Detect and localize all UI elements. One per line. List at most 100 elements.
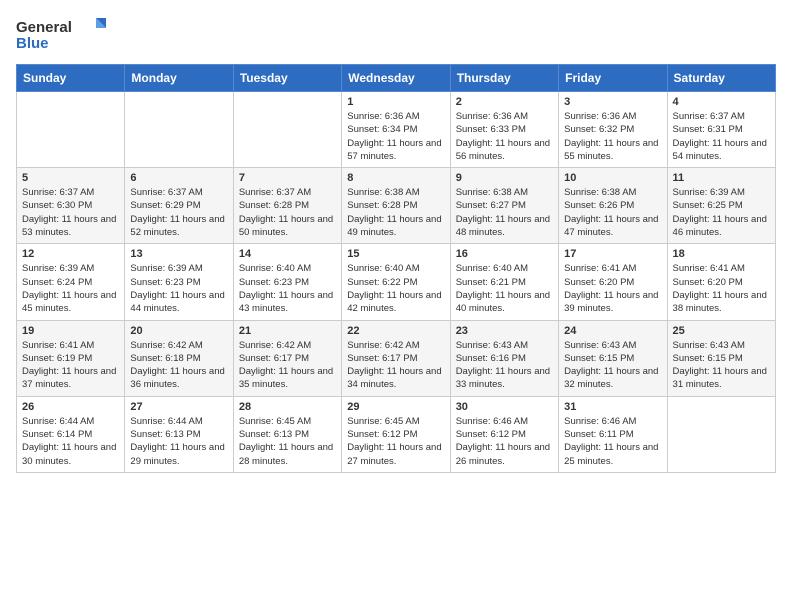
calendar-week-row: 26 Sunrise: 6:44 AMSunset: 6:14 PMDayligh… xyxy=(17,396,776,472)
day-number: 27 xyxy=(130,401,227,413)
day-number: 7 xyxy=(239,172,336,184)
calendar-cell xyxy=(667,396,775,472)
calendar-cell: 9Sunrise: 6:38 AMSunset: 6:27 PMDaylight… xyxy=(450,168,558,244)
col-saturday: Saturday xyxy=(667,65,775,92)
day-info: Sunrise: 6:45 AMSunset: 6:12 PMDaylight:… xyxy=(347,415,444,468)
day-info: Sunrise: 6:44 AMSunset: 6:13 PMDaylight:… xyxy=(130,415,227,468)
calendar-cell: 1Sunrise: 6:36 AMSunset: 6:34 PMDaylight… xyxy=(342,92,450,168)
day-info: Sunrise: 6:40 AMSunset: 6:22 PMDaylight:… xyxy=(347,262,444,315)
calendar-cell: 28 Sunrise: 6:45 AMSunset: 6:13 PMDayligh… xyxy=(233,396,341,472)
day-number: 29 xyxy=(347,401,444,413)
day-number: 9 xyxy=(456,172,553,184)
calendar-cell: 7 Sunrise: 6:37 AMSunset: 6:28 PMDaylight… xyxy=(233,168,341,244)
col-sunday: Sunday xyxy=(17,65,125,92)
calendar-cell: 19 Sunrise: 6:41 AMSunset: 6:19 PMDayligh… xyxy=(17,320,125,396)
col-wednesday: Wednesday xyxy=(342,65,450,92)
day-info: Sunrise: 6:43 AMSunset: 6:15 PMDaylight:… xyxy=(564,339,661,392)
calendar-cell: 8 Sunrise: 6:38 AMSunset: 6:28 PMDaylight… xyxy=(342,168,450,244)
day-info: Sunrise: 6:43 AMSunset: 6:16 PMDaylight:… xyxy=(456,339,553,392)
calendar-week-row: 19 Sunrise: 6:41 AMSunset: 6:19 PMDayligh… xyxy=(17,320,776,396)
day-number: 30 xyxy=(456,401,553,413)
col-monday: Monday xyxy=(125,65,233,92)
calendar-cell: 29 Sunrise: 6:45 AMSunset: 6:12 PMDayligh… xyxy=(342,396,450,472)
day-info: Sunrise: 6:37 AMSunset: 6:28 PMDaylight:… xyxy=(239,186,336,239)
day-number: 24 xyxy=(564,325,661,337)
calendar-cell xyxy=(17,92,125,168)
col-tuesday: Tuesday xyxy=(233,65,341,92)
calendar-cell: 3 Sunrise: 6:36 AMSunset: 6:32 PMDaylight… xyxy=(559,92,667,168)
day-number: 25 xyxy=(673,325,770,337)
day-info: Sunrise: 6:41 AMSunset: 6:20 PMDaylight:… xyxy=(564,262,661,315)
calendar-cell: 14 Sunrise: 6:40 AMSunset: 6:23 PMDayligh… xyxy=(233,244,341,320)
day-number: 5 xyxy=(22,172,119,184)
day-number: 13 xyxy=(130,248,227,260)
day-number: 12 xyxy=(22,248,119,260)
svg-text:General: General xyxy=(16,19,72,36)
day-number: 17 xyxy=(564,248,661,260)
day-info: Sunrise: 6:44 AMSunset: 6:14 PMDaylight:… xyxy=(22,415,119,468)
calendar-cell: 13 Sunrise: 6:39 AMSunset: 6:23 PMDayligh… xyxy=(125,244,233,320)
calendar-cell: 23Sunrise: 6:43 AMSunset: 6:16 PMDayligh… xyxy=(450,320,558,396)
day-info: Sunrise: 6:46 AMSunset: 6:11 PMDaylight:… xyxy=(564,415,661,468)
calendar-header-row: Sunday Monday Tuesday Wednesday Thursday… xyxy=(17,65,776,92)
calendar-cell: 4 Sunrise: 6:37 AMSunset: 6:31 PMDaylight… xyxy=(667,92,775,168)
page-header: General Blue xyxy=(16,16,776,52)
day-number: 1 xyxy=(347,96,444,108)
calendar-cell: 2 Sunrise: 6:36 AMSunset: 6:33 PMDaylight… xyxy=(450,92,558,168)
day-info: Sunrise: 6:37 AMSunset: 6:31 PMDaylight:… xyxy=(673,110,770,163)
day-info: Sunrise: 6:41 AMSunset: 6:20 PMDaylight:… xyxy=(673,262,770,315)
calendar-cell: 18 Sunrise: 6:41 AMSunset: 6:20 PMDayligh… xyxy=(667,244,775,320)
calendar-cell: 17 Sunrise: 6:41 AMSunset: 6:20 PMDayligh… xyxy=(559,244,667,320)
day-number: 22 xyxy=(347,325,444,337)
day-number: 10 xyxy=(564,172,661,184)
calendar-cell: 24 Sunrise: 6:43 AMSunset: 6:15 PMDayligh… xyxy=(559,320,667,396)
day-number: 18 xyxy=(673,248,770,260)
day-info: Sunrise: 6:40 AMSunset: 6:23 PMDaylight:… xyxy=(239,262,336,315)
day-info: Sunrise: 6:39 AMSunset: 6:23 PMDaylight:… xyxy=(130,262,227,315)
day-info: Sunrise: 6:46 AMSunset: 6:12 PMDaylight:… xyxy=(456,415,553,468)
day-number: 26 xyxy=(22,401,119,413)
day-number: 2 xyxy=(456,96,553,108)
calendar-cell: 12 Sunrise: 6:39 AMSunset: 6:24 PMDayligh… xyxy=(17,244,125,320)
calendar-cell: 26 Sunrise: 6:44 AMSunset: 6:14 PMDayligh… xyxy=(17,396,125,472)
day-number: 4 xyxy=(673,96,770,108)
day-info: Sunrise: 6:45 AMSunset: 6:13 PMDaylight:… xyxy=(239,415,336,468)
svg-text:Blue: Blue xyxy=(16,35,49,52)
day-info: Sunrise: 6:43 AMSunset: 6:15 PMDaylight:… xyxy=(673,339,770,392)
day-number: 6 xyxy=(130,172,227,184)
day-number: 16 xyxy=(456,248,553,260)
calendar-table: Sunday Monday Tuesday Wednesday Thursday… xyxy=(16,64,776,473)
day-number: 3 xyxy=(564,96,661,108)
day-number: 14 xyxy=(239,248,336,260)
day-info: Sunrise: 6:37 AMSunset: 6:29 PMDaylight:… xyxy=(130,186,227,239)
calendar-cell xyxy=(125,92,233,168)
calendar-cell: 10Sunrise: 6:38 AMSunset: 6:26 PMDayligh… xyxy=(559,168,667,244)
day-number: 8 xyxy=(347,172,444,184)
day-number: 21 xyxy=(239,325,336,337)
day-number: 19 xyxy=(22,325,119,337)
day-info: Sunrise: 6:41 AMSunset: 6:19 PMDaylight:… xyxy=(22,339,119,392)
day-info: Sunrise: 6:36 AMSunset: 6:33 PMDaylight:… xyxy=(456,110,553,163)
day-number: 11 xyxy=(673,172,770,184)
calendar-cell: 27 Sunrise: 6:44 AMSunset: 6:13 PMDayligh… xyxy=(125,396,233,472)
calendar-cell: 25 Sunrise: 6:43 AMSunset: 6:15 PMDayligh… xyxy=(667,320,775,396)
calendar-cell: 5Sunrise: 6:37 AMSunset: 6:30 PMDaylight… xyxy=(17,168,125,244)
day-info: Sunrise: 6:39 AMSunset: 6:25 PMDaylight:… xyxy=(673,186,770,239)
day-info: Sunrise: 6:36 AMSunset: 6:32 PMDaylight:… xyxy=(564,110,661,163)
day-info: Sunrise: 6:42 AMSunset: 6:18 PMDaylight:… xyxy=(130,339,227,392)
day-number: 15 xyxy=(347,248,444,260)
day-info: Sunrise: 6:42 AMSunset: 6:17 PMDaylight:… xyxy=(239,339,336,392)
calendar-cell: 15 Sunrise: 6:40 AMSunset: 6:22 PMDayligh… xyxy=(342,244,450,320)
day-info: Sunrise: 6:39 AMSunset: 6:24 PMDaylight:… xyxy=(22,262,119,315)
calendar-cell: 31 Sunrise: 6:46 AMSunset: 6:11 PMDayligh… xyxy=(559,396,667,472)
day-number: 31 xyxy=(564,401,661,413)
calendar-week-row: 1Sunrise: 6:36 AMSunset: 6:34 PMDaylight… xyxy=(17,92,776,168)
day-info: Sunrise: 6:40 AMSunset: 6:21 PMDaylight:… xyxy=(456,262,553,315)
day-info: Sunrise: 6:38 AMSunset: 6:28 PMDaylight:… xyxy=(347,186,444,239)
calendar-cell xyxy=(233,92,341,168)
day-number: 20 xyxy=(130,325,227,337)
calendar-week-row: 12 Sunrise: 6:39 AMSunset: 6:24 PMDayligh… xyxy=(17,244,776,320)
day-number: 28 xyxy=(239,401,336,413)
calendar-cell: 22 Sunrise: 6:42 AMSunset: 6:17 PMDayligh… xyxy=(342,320,450,396)
day-info: Sunrise: 6:42 AMSunset: 6:17 PMDaylight:… xyxy=(347,339,444,392)
